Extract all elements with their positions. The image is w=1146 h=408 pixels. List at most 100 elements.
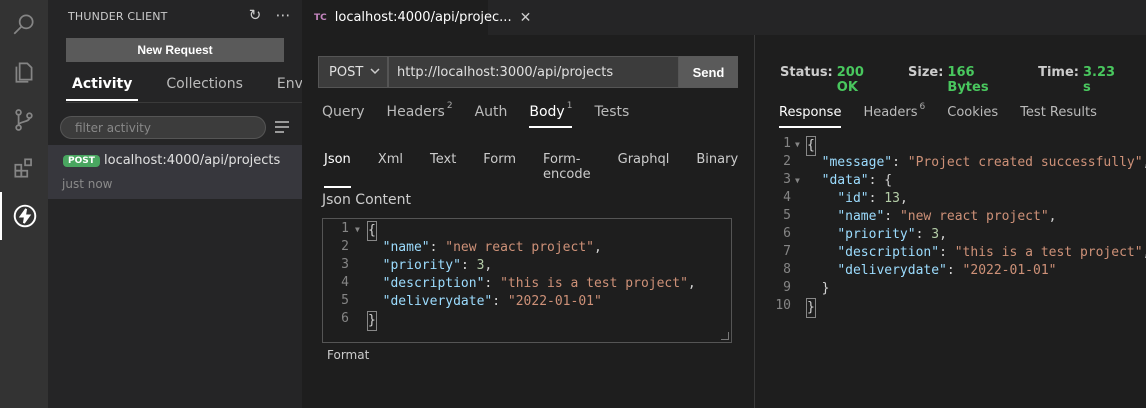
thunder-client-icon[interactable] (0, 192, 48, 240)
tab-cookies[interactable]: Cookies (947, 105, 998, 128)
tab-count: 6 (919, 102, 926, 112)
source-control-icon[interactable] (0, 96, 48, 144)
line-number: 4 (341, 275, 349, 290)
json-body-editor[interactable]: 1 ▼ { 2 "name": "new react project", 3 "… (322, 218, 732, 343)
body-tab-binary[interactable]: Binary (696, 152, 738, 188)
method-select[interactable]: POST (318, 56, 388, 88)
json-content-label: Json Content (322, 192, 411, 208)
code-line: "name": "new react project", (382, 240, 602, 255)
send-button[interactable]: Send (679, 56, 738, 88)
method-select-value: POST (329, 64, 364, 80)
body-tab-text[interactable]: Text (430, 152, 456, 188)
tab-collections[interactable]: Collections (160, 74, 249, 101)
fold-icon[interactable]: ▼ (795, 140, 800, 149)
sidebar-title: THUNDER CLIENT (68, 10, 168, 23)
response-description-value: this is a test project (962, 245, 1135, 260)
status-label: Status: (780, 65, 833, 80)
code-line: "id": 13, (837, 191, 908, 206)
body-tab-json[interactable]: Json (324, 152, 351, 188)
code-line: } (806, 281, 830, 296)
filter-activity-input[interactable] (60, 116, 266, 139)
tab-tests[interactable]: Tests (594, 104, 629, 128)
filter-menu-icon[interactable] (274, 120, 290, 138)
line-number: 9 (783, 280, 791, 295)
chevron-down-icon (369, 64, 381, 82)
time-label: Time: (1038, 65, 1079, 80)
format-button[interactable]: Format (327, 348, 369, 362)
code-line: "deliverydate": "2022-01-01" (837, 263, 1057, 278)
tab-body[interactable]: Body 1 (529, 101, 573, 128)
code-line: "priority": 3, (382, 258, 493, 273)
line-number: 5 (341, 293, 349, 308)
new-request-button[interactable]: New Request (66, 38, 284, 62)
code-line: "description": "this is a test project", (837, 245, 1146, 260)
tab-count: 2 (446, 101, 453, 111)
close-icon[interactable]: ✕ (520, 10, 532, 26)
method-badge: POST (63, 155, 100, 167)
code-line: "description": "this is a test project", (382, 276, 696, 291)
tab-label: Cookies (947, 105, 999, 120)
body-tab-form-encode[interactable]: Form-encode (543, 152, 591, 188)
fold-icon[interactable]: ▼ (795, 176, 800, 185)
response-id-value: 13 (884, 191, 900, 206)
tab-response[interactable]: Response (779, 105, 842, 128)
code-line: "deliverydate": "2022-01-01" (382, 294, 602, 309)
request-pane: POST Send Query Headers2 Auth Body1 Test… (302, 35, 754, 408)
tab-headers[interactable]: Headers 2 (386, 101, 453, 128)
line-number: 1 (341, 221, 349, 236)
size-value: 166 Bytes (947, 65, 989, 95)
line-number: 5 (783, 208, 791, 223)
editor-tab[interactable]: TC localhost:4000/api/projec... ✕ (302, 0, 531, 35)
more-actions-icon[interactable]: ⋯ (274, 6, 292, 24)
response-tabs: Response Headers 6 Cookies Test Results (779, 102, 1119, 128)
line-number: 7 (783, 244, 791, 259)
fold-icon[interactable]: ▼ (355, 225, 360, 234)
tab-auth[interactable]: Auth (475, 104, 508, 128)
code-line: } (367, 311, 377, 331)
status-value: 200 OK (836, 65, 864, 95)
body-tab-xml[interactable]: Xml (378, 152, 403, 188)
tab-query[interactable]: Query (322, 104, 365, 128)
body-tab-form[interactable]: Form (483, 152, 516, 188)
resize-handle[interactable] (721, 332, 729, 340)
tab-activity[interactable]: Activity (66, 74, 139, 101)
size-label: Size: (908, 65, 944, 80)
line-number: 10 (775, 298, 791, 313)
tab-test-results[interactable]: Test Results (1020, 105, 1097, 128)
search-icon[interactable] (0, 0, 48, 48)
tab-label: Auth (474, 104, 508, 120)
code-line: "data": { (821, 173, 893, 188)
tab-label: Headers (386, 104, 445, 120)
url-input[interactable] (388, 56, 679, 88)
tab-label: Test Results (1020, 105, 1097, 120)
code-line: { (367, 221, 377, 241)
line-number: 3 (341, 257, 349, 272)
activity-item[interactable]: POST localhost:4000/api/projects just no… (48, 145, 302, 199)
response-status-row: Status: 200 OK Size: 166 Bytes Time: 3.2… (780, 65, 1146, 95)
body-description-value: this is a test project (507, 276, 681, 291)
tab-label: Body (529, 104, 565, 120)
thunder-client-logo: TC (314, 12, 327, 23)
time-value: 3.23 s (1082, 65, 1116, 95)
sidebar-header-actions: ↻ ⋯ (246, 6, 292, 24)
line-number: 6 (341, 311, 349, 326)
code-line: } (806, 298, 816, 318)
line-number: 4 (783, 190, 791, 205)
sidebar: THUNDER CLIENT ↻ ⋯ New Request Activity … (48, 0, 303, 408)
files-icon[interactable] (0, 48, 48, 96)
tab-response-headers[interactable]: Headers 6 (863, 102, 926, 128)
code-line: { (806, 136, 816, 156)
sidebar-tabs: Activity Collections Env (66, 74, 331, 101)
editor-tab-strip: TC localhost:4000/api/projec... ✕ (302, 0, 1146, 35)
editor-tab-title: localhost:4000/api/projec... (334, 10, 512, 25)
body-tab-graphql[interactable]: Graphql (618, 152, 670, 188)
activity-item-url: localhost:4000/api/projects (104, 153, 281, 168)
response-pane: Status: 200 OK Size: 166 Bytes Time: 3.2… (755, 35, 1146, 408)
code-line: "message": "Project created successfully… (821, 155, 1146, 170)
tab-label: Response (779, 105, 842, 120)
code-line: "name": "new react project", (837, 209, 1057, 224)
refresh-icon[interactable]: ↻ (246, 6, 264, 24)
response-deliverydate-value: 2022-01-01 (970, 263, 1049, 278)
extensions-icon[interactable] (0, 144, 48, 192)
line-number: 2 (783, 154, 791, 169)
